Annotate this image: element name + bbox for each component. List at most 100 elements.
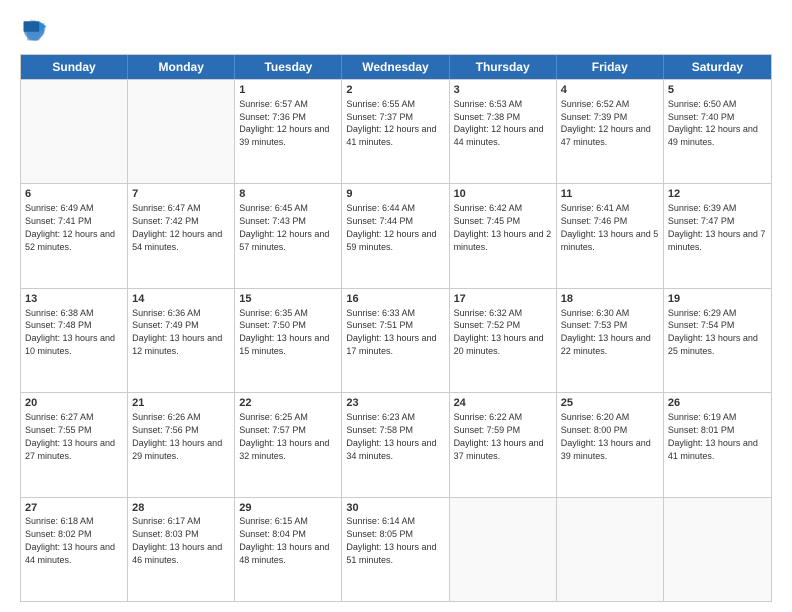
weekday-header: Sunday bbox=[21, 55, 128, 79]
sunset: Sunset: 7:36 PM bbox=[239, 112, 306, 122]
calendar-cell: 8Sunrise: 6:45 AMSunset: 7:43 PMDaylight… bbox=[235, 184, 342, 287]
sunset: Sunset: 7:59 PM bbox=[454, 425, 521, 435]
sunset: Sunset: 7:51 PM bbox=[346, 320, 413, 330]
daylight: Daylight: 13 hours and 44 minutes. bbox=[25, 542, 115, 565]
calendar-cell: 21Sunrise: 6:26 AMSunset: 7:56 PMDayligh… bbox=[128, 393, 235, 496]
calendar-cell: 1Sunrise: 6:57 AMSunset: 7:36 PMDaylight… bbox=[235, 80, 342, 183]
calendar-cell: 13Sunrise: 6:38 AMSunset: 7:48 PMDayligh… bbox=[21, 289, 128, 392]
calendar-cell: 24Sunrise: 6:22 AMSunset: 7:59 PMDayligh… bbox=[450, 393, 557, 496]
calendar-week: 20Sunrise: 6:27 AMSunset: 7:55 PMDayligh… bbox=[21, 392, 771, 496]
calendar-cell: 9Sunrise: 6:44 AMSunset: 7:44 PMDaylight… bbox=[342, 184, 449, 287]
calendar-cell: 27Sunrise: 6:18 AMSunset: 8:02 PMDayligh… bbox=[21, 498, 128, 601]
daylight: Daylight: 13 hours and 17 minutes. bbox=[346, 333, 436, 356]
daylight: Daylight: 13 hours and 51 minutes. bbox=[346, 542, 436, 565]
sunrise: Sunrise: 6:23 AM bbox=[346, 412, 415, 422]
day-number: 11 bbox=[561, 187, 659, 202]
sunrise: Sunrise: 6:26 AM bbox=[132, 412, 201, 422]
day-number: 22 bbox=[239, 396, 337, 411]
day-number: 15 bbox=[239, 292, 337, 307]
sunset: Sunset: 7:41 PM bbox=[25, 216, 92, 226]
sunset: Sunset: 8:01 PM bbox=[668, 425, 735, 435]
sunrise: Sunrise: 6:19 AM bbox=[668, 412, 737, 422]
daylight: Daylight: 13 hours and 48 minutes. bbox=[239, 542, 329, 565]
sunset: Sunset: 8:00 PM bbox=[561, 425, 628, 435]
day-number: 26 bbox=[668, 396, 767, 411]
calendar-cell: 11Sunrise: 6:41 AMSunset: 7:46 PMDayligh… bbox=[557, 184, 664, 287]
sunrise: Sunrise: 6:47 AM bbox=[132, 203, 201, 213]
day-number: 4 bbox=[561, 83, 659, 98]
sunset: Sunset: 7:48 PM bbox=[25, 320, 92, 330]
daylight: Daylight: 12 hours and 54 minutes. bbox=[132, 229, 222, 252]
calendar-cell: 20Sunrise: 6:27 AMSunset: 7:55 PMDayligh… bbox=[21, 393, 128, 496]
sunset: Sunset: 7:53 PM bbox=[561, 320, 628, 330]
calendar-week: 27Sunrise: 6:18 AMSunset: 8:02 PMDayligh… bbox=[21, 497, 771, 601]
sunrise: Sunrise: 6:39 AM bbox=[668, 203, 737, 213]
daylight: Daylight: 13 hours and 10 minutes. bbox=[25, 333, 115, 356]
daylight: Daylight: 13 hours and 29 minutes. bbox=[132, 438, 222, 461]
day-number: 23 bbox=[346, 396, 444, 411]
sunset: Sunset: 7:50 PM bbox=[239, 320, 306, 330]
sunrise: Sunrise: 6:42 AM bbox=[454, 203, 523, 213]
day-number: 9 bbox=[346, 187, 444, 202]
day-number: 19 bbox=[668, 292, 767, 307]
sunset: Sunset: 7:49 PM bbox=[132, 320, 199, 330]
sunrise: Sunrise: 6:49 AM bbox=[25, 203, 94, 213]
daylight: Daylight: 13 hours and 32 minutes. bbox=[239, 438, 329, 461]
calendar-body: 1Sunrise: 6:57 AMSunset: 7:36 PMDaylight… bbox=[21, 79, 771, 601]
calendar-cell: 15Sunrise: 6:35 AMSunset: 7:50 PMDayligh… bbox=[235, 289, 342, 392]
daylight: Daylight: 13 hours and 20 minutes. bbox=[454, 333, 544, 356]
weekday-header: Friday bbox=[557, 55, 664, 79]
calendar-week: 1Sunrise: 6:57 AMSunset: 7:36 PMDaylight… bbox=[21, 79, 771, 183]
day-number: 29 bbox=[239, 501, 337, 516]
daylight: Daylight: 12 hours and 52 minutes. bbox=[25, 229, 115, 252]
daylight: Daylight: 13 hours and 5 minutes. bbox=[561, 229, 659, 252]
calendar-cell: 30Sunrise: 6:14 AMSunset: 8:05 PMDayligh… bbox=[342, 498, 449, 601]
day-number: 20 bbox=[25, 396, 123, 411]
daylight: Daylight: 13 hours and 2 minutes. bbox=[454, 229, 552, 252]
sunset: Sunset: 7:55 PM bbox=[25, 425, 92, 435]
daylight: Daylight: 12 hours and 47 minutes. bbox=[561, 124, 651, 147]
sunrise: Sunrise: 6:35 AM bbox=[239, 308, 308, 318]
sunset: Sunset: 7:52 PM bbox=[454, 320, 521, 330]
calendar-cell: 10Sunrise: 6:42 AMSunset: 7:45 PMDayligh… bbox=[450, 184, 557, 287]
calendar-cell: 29Sunrise: 6:15 AMSunset: 8:04 PMDayligh… bbox=[235, 498, 342, 601]
sunrise: Sunrise: 6:50 AM bbox=[668, 99, 737, 109]
sunrise: Sunrise: 6:18 AM bbox=[25, 516, 94, 526]
day-number: 27 bbox=[25, 501, 123, 516]
daylight: Daylight: 13 hours and 12 minutes. bbox=[132, 333, 222, 356]
day-number: 10 bbox=[454, 187, 552, 202]
sunset: Sunset: 7:47 PM bbox=[668, 216, 735, 226]
calendar-cell: 14Sunrise: 6:36 AMSunset: 7:49 PMDayligh… bbox=[128, 289, 235, 392]
daylight: Daylight: 13 hours and 37 minutes. bbox=[454, 438, 544, 461]
daylight: Daylight: 13 hours and 41 minutes. bbox=[668, 438, 758, 461]
weekday-header: Thursday bbox=[450, 55, 557, 79]
sunset: Sunset: 7:54 PM bbox=[668, 320, 735, 330]
weekday-header: Monday bbox=[128, 55, 235, 79]
sunrise: Sunrise: 6:25 AM bbox=[239, 412, 308, 422]
day-number: 1 bbox=[239, 83, 337, 98]
calendar-cell: 12Sunrise: 6:39 AMSunset: 7:47 PMDayligh… bbox=[664, 184, 771, 287]
sunset: Sunset: 7:40 PM bbox=[668, 112, 735, 122]
sunset: Sunset: 8:03 PM bbox=[132, 529, 199, 539]
weekday-header: Tuesday bbox=[235, 55, 342, 79]
sunrise: Sunrise: 6:44 AM bbox=[346, 203, 415, 213]
sunset: Sunset: 7:43 PM bbox=[239, 216, 306, 226]
calendar-cell: 4Sunrise: 6:52 AMSunset: 7:39 PMDaylight… bbox=[557, 80, 664, 183]
calendar-cell: 17Sunrise: 6:32 AMSunset: 7:52 PMDayligh… bbox=[450, 289, 557, 392]
daylight: Daylight: 13 hours and 34 minutes. bbox=[346, 438, 436, 461]
day-number: 24 bbox=[454, 396, 552, 411]
sunrise: Sunrise: 6:20 AM bbox=[561, 412, 630, 422]
sunset: Sunset: 7:42 PM bbox=[132, 216, 199, 226]
calendar: SundayMondayTuesdayWednesdayThursdayFrid… bbox=[20, 54, 772, 602]
sunrise: Sunrise: 6:41 AM bbox=[561, 203, 630, 213]
daylight: Daylight: 13 hours and 7 minutes. bbox=[668, 229, 766, 252]
sunset: Sunset: 7:38 PM bbox=[454, 112, 521, 122]
sunrise: Sunrise: 6:33 AM bbox=[346, 308, 415, 318]
day-number: 28 bbox=[132, 501, 230, 516]
daylight: Daylight: 13 hours and 27 minutes. bbox=[25, 438, 115, 461]
calendar-cell bbox=[557, 498, 664, 601]
day-number: 7 bbox=[132, 187, 230, 202]
daylight: Daylight: 12 hours and 49 minutes. bbox=[668, 124, 758, 147]
sunrise: Sunrise: 6:52 AM bbox=[561, 99, 630, 109]
calendar-cell: 5Sunrise: 6:50 AMSunset: 7:40 PMDaylight… bbox=[664, 80, 771, 183]
